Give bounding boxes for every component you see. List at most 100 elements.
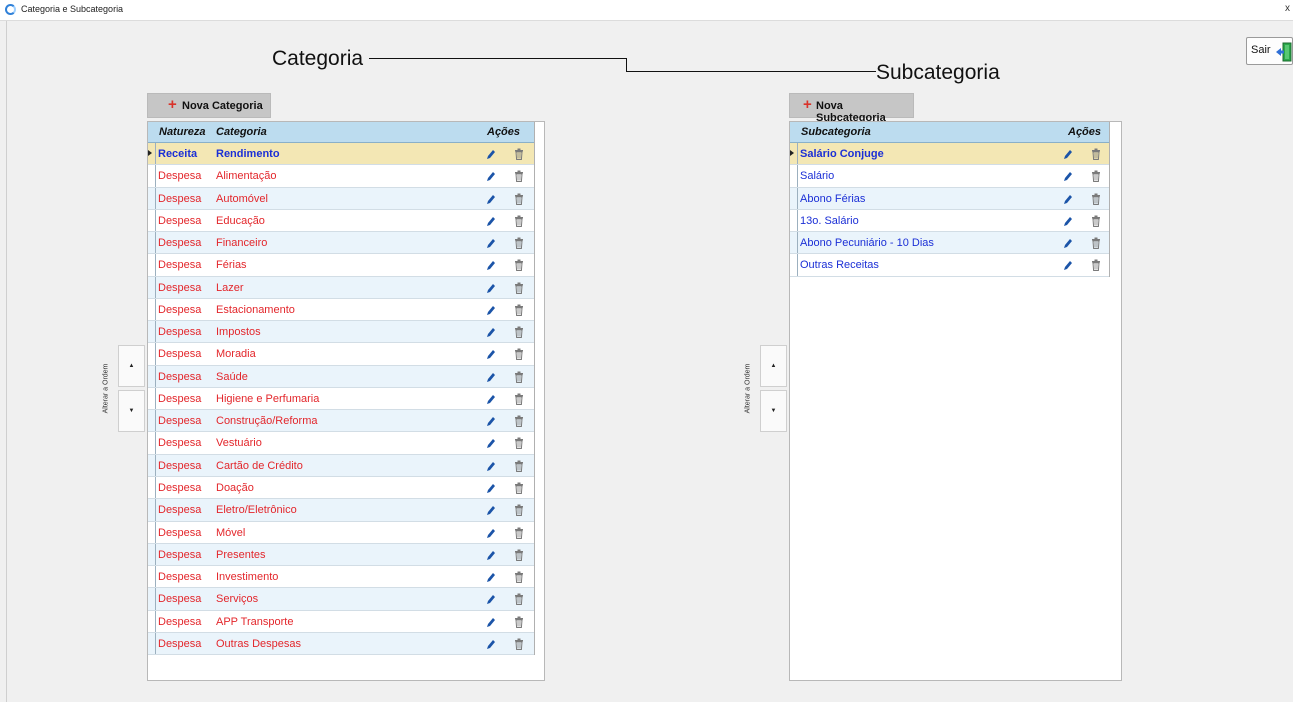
column-categoria[interactable]: Categoria bbox=[216, 126, 267, 138]
trash-icon[interactable] bbox=[514, 326, 524, 339]
pencil-icon[interactable] bbox=[486, 259, 496, 271]
table-row[interactable]: Despesa Serviços bbox=[148, 588, 534, 611]
pencil-icon[interactable] bbox=[486, 616, 496, 628]
table-row[interactable]: Despesa Doação bbox=[148, 476, 534, 500]
table-row[interactable]: Despesa Móvel bbox=[148, 521, 534, 544]
trash-icon[interactable] bbox=[1091, 193, 1101, 205]
pencil-icon[interactable] bbox=[486, 215, 496, 227]
trash-icon[interactable] bbox=[514, 371, 524, 383]
trash-icon[interactable] bbox=[514, 482, 524, 494]
pencil-icon[interactable] bbox=[486, 393, 496, 405]
pencil-icon[interactable] bbox=[486, 638, 496, 650]
pencil-icon[interactable] bbox=[486, 193, 496, 205]
table-row[interactable]: Despesa Impostos bbox=[148, 321, 534, 344]
pencil-icon[interactable] bbox=[486, 415, 496, 427]
table-row[interactable]: Despesa Presentes bbox=[148, 543, 534, 567]
trash-icon[interactable] bbox=[514, 437, 524, 450]
trash-icon[interactable] bbox=[1091, 148, 1101, 160]
pencil-icon[interactable] bbox=[486, 549, 496, 561]
pencil-icon[interactable] bbox=[1063, 259, 1073, 271]
trash-icon[interactable] bbox=[514, 259, 524, 272]
table-row[interactable]: Despesa Saúde bbox=[148, 365, 534, 388]
table-row[interactable]: Abono Pecuniário - 10 Dias bbox=[790, 232, 1109, 255]
pencil-icon[interactable] bbox=[486, 527, 496, 539]
pencil-icon[interactable] bbox=[1063, 170, 1073, 182]
table-row[interactable]: 13o. Salário bbox=[790, 209, 1109, 233]
table-row[interactable]: Despesa Investimento bbox=[148, 566, 534, 589]
trash-icon[interactable] bbox=[1091, 237, 1101, 250]
pencil-icon[interactable] bbox=[486, 348, 496, 360]
pencil-icon[interactable] bbox=[486, 326, 496, 338]
new-subcategory-button[interactable]: + Nova Subcategoria bbox=[789, 93, 914, 124]
table-row[interactable]: Despesa Automóvel bbox=[148, 187, 534, 210]
table-row[interactable]: Abono Férias bbox=[790, 187, 1109, 210]
pencil-icon[interactable] bbox=[486, 148, 496, 160]
table-row[interactable]: Despesa Vestuário bbox=[148, 432, 534, 455]
trash-icon[interactable] bbox=[514, 527, 524, 539]
new-category-label: Nova Categoria bbox=[182, 100, 263, 112]
table-row[interactable]: Outras Receitas bbox=[790, 254, 1109, 277]
trash-icon[interactable] bbox=[514, 415, 524, 428]
trash-icon[interactable] bbox=[514, 638, 524, 650]
column-subcategoria[interactable]: Subcategoria bbox=[801, 126, 871, 138]
trash-icon[interactable] bbox=[1091, 170, 1101, 183]
pencil-icon[interactable] bbox=[486, 460, 496, 472]
pencil-icon[interactable] bbox=[1063, 193, 1073, 205]
table-row[interactable]: Despesa APP Transporte bbox=[148, 610, 534, 633]
pencil-icon[interactable] bbox=[486, 371, 496, 383]
pencil-icon[interactable] bbox=[486, 571, 496, 583]
trash-icon[interactable] bbox=[514, 504, 524, 517]
trash-icon[interactable] bbox=[1091, 259, 1101, 272]
table-row[interactable]: Despesa Lazer bbox=[148, 276, 534, 299]
table-row[interactable]: Salário bbox=[790, 165, 1109, 188]
table-row[interactable]: Despesa Cartão de Crédito bbox=[148, 454, 534, 477]
column-natureza[interactable]: Natureza bbox=[159, 126, 205, 138]
pencil-icon[interactable] bbox=[486, 282, 496, 294]
pencil-icon[interactable] bbox=[486, 304, 496, 316]
trash-icon[interactable] bbox=[1091, 215, 1101, 227]
table-row[interactable]: Despesa Construção/Reforma bbox=[148, 410, 534, 433]
table-row[interactable]: Despesa Eletro/Eletrônico bbox=[148, 499, 534, 522]
pencil-icon[interactable] bbox=[486, 593, 496, 605]
new-category-button[interactable]: + Nova Categoria bbox=[147, 93, 271, 118]
pencil-icon[interactable] bbox=[486, 482, 496, 494]
table-row[interactable]: Despesa Férias bbox=[148, 254, 534, 277]
close-icon[interactable]: x bbox=[1285, 3, 1293, 14]
table-row[interactable]: Despesa Financeiro bbox=[148, 232, 534, 255]
table-row[interactable]: Receita Rendimento bbox=[148, 143, 534, 166]
exit-button[interactable]: Sair bbox=[1246, 37, 1293, 65]
move-up-button[interactable]: ▲ bbox=[118, 345, 145, 387]
pencil-icon[interactable] bbox=[486, 437, 496, 449]
pencil-icon[interactable] bbox=[486, 170, 496, 182]
trash-icon[interactable] bbox=[514, 593, 524, 606]
table-row[interactable]: Despesa Alimentação bbox=[148, 165, 534, 188]
table-row[interactable]: Despesa Estacionamento bbox=[148, 298, 534, 322]
move-down-button[interactable]: ▼ bbox=[118, 390, 145, 432]
cell-subcategoria: Outras Receitas bbox=[800, 259, 879, 272]
trash-icon[interactable] bbox=[514, 549, 524, 561]
table-row[interactable]: Despesa Higiene e Perfumaria bbox=[148, 387, 534, 411]
move-down-button[interactable]: ▼ bbox=[760, 390, 787, 432]
pencil-icon[interactable] bbox=[1063, 148, 1073, 160]
table-row[interactable]: Despesa Outras Despesas bbox=[148, 632, 534, 656]
trash-icon[interactable] bbox=[514, 215, 524, 227]
table-row[interactable]: Despesa Educação bbox=[148, 209, 534, 233]
trash-icon[interactable] bbox=[514, 304, 524, 316]
pencil-icon[interactable] bbox=[486, 504, 496, 516]
trash-icon[interactable] bbox=[514, 282, 524, 294]
trash-icon[interactable] bbox=[514, 616, 524, 628]
trash-icon[interactable] bbox=[514, 148, 524, 160]
pencil-icon[interactable] bbox=[1063, 237, 1073, 249]
trash-icon[interactable] bbox=[514, 571, 524, 584]
pencil-icon[interactable] bbox=[486, 237, 496, 249]
trash-icon[interactable] bbox=[514, 237, 524, 250]
trash-icon[interactable] bbox=[514, 170, 524, 183]
trash-icon[interactable] bbox=[514, 393, 524, 405]
trash-icon[interactable] bbox=[514, 460, 524, 472]
table-row[interactable]: Despesa Moradia bbox=[148, 343, 534, 366]
trash-icon[interactable] bbox=[514, 348, 524, 361]
trash-icon[interactable] bbox=[514, 193, 524, 205]
pencil-icon[interactable] bbox=[1063, 215, 1073, 227]
table-row[interactable]: Salário Conjuge bbox=[790, 143, 1109, 166]
move-up-button[interactable]: ▲ bbox=[760, 345, 787, 387]
